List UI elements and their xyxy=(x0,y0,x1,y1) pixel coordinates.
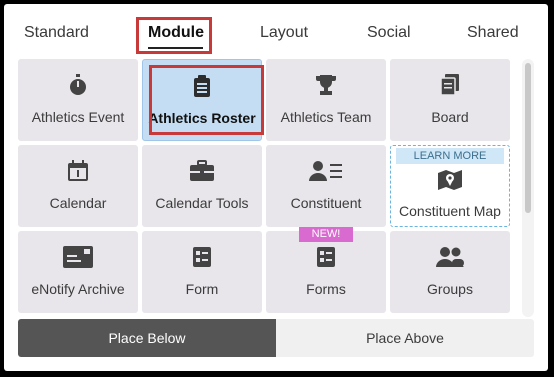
tab-highlight-box xyxy=(136,17,212,54)
tile-label: Constituent Map xyxy=(399,203,501,219)
form-icon xyxy=(142,245,262,269)
widget-picker-panel: Standard Module Layout Social Shared Ath… xyxy=(4,4,548,371)
tile-board[interactable]: Board xyxy=(390,59,510,141)
place-above-button[interactable]: Place Above xyxy=(276,319,534,357)
new-badge: NEW! xyxy=(299,227,353,242)
people-icon xyxy=(390,245,510,269)
placement-buttons: Place Below Place Above xyxy=(18,319,534,357)
mail-card-icon xyxy=(18,245,138,269)
calendar-icon xyxy=(18,159,138,183)
tile-athletics-event[interactable]: Athletics Event xyxy=(18,59,138,141)
tile-label: Athletics Event xyxy=(31,109,125,125)
tile-label: Calendar Tools xyxy=(155,195,249,211)
tile-constituent-map[interactable]: LEARN MORE Constituent Map xyxy=(390,145,510,227)
tile-label: eNotify Archive xyxy=(31,281,125,297)
tab-bar: Standard Module Layout Social Shared xyxy=(4,4,548,62)
tile-label: Forms xyxy=(306,281,346,297)
module-grid: Athletics Event Athletics Roster Athleti… xyxy=(18,59,512,317)
tab-social[interactable]: Social xyxy=(367,24,411,42)
map-pin-icon xyxy=(391,168,509,192)
tab-shared[interactable]: Shared xyxy=(467,24,519,42)
tile-groups[interactable]: Groups xyxy=(390,231,510,313)
tile-label: Board xyxy=(431,109,469,125)
stacked-pages-icon xyxy=(390,73,510,97)
tile-calendar[interactable]: Calendar xyxy=(18,145,138,227)
toolbox-icon xyxy=(142,159,262,183)
tab-layout[interactable]: Layout xyxy=(260,24,308,42)
forms-icon xyxy=(266,245,386,269)
person-list-icon xyxy=(266,159,386,183)
tile-label: Calendar xyxy=(49,195,107,211)
tile-label: Constituent xyxy=(290,195,362,211)
tile-calendar-tools[interactable]: Calendar Tools xyxy=(142,145,262,227)
tile-forms[interactable]: NEW! Forms xyxy=(266,227,386,313)
trophy-icon xyxy=(266,73,386,97)
grid-scrollbar[interactable] xyxy=(522,59,534,317)
tile-form[interactable]: Form xyxy=(142,231,262,313)
tile-label: Athletics Team xyxy=(280,109,372,125)
tile-highlight-box xyxy=(149,65,264,135)
tile-athletics-team[interactable]: Athletics Team xyxy=(266,59,386,141)
tile-label: Groups xyxy=(427,281,473,297)
tile-label: Form xyxy=(185,281,219,297)
stopwatch-icon xyxy=(18,73,138,97)
tab-standard[interactable]: Standard xyxy=(24,24,89,42)
tile-enotify-archive[interactable]: eNotify Archive xyxy=(18,231,138,313)
tile-constituent[interactable]: Constituent xyxy=(266,145,386,227)
place-below-button[interactable]: Place Below xyxy=(18,319,276,357)
learn-more-badge[interactable]: LEARN MORE xyxy=(396,148,504,164)
scrollbar-thumb[interactable] xyxy=(525,63,531,213)
